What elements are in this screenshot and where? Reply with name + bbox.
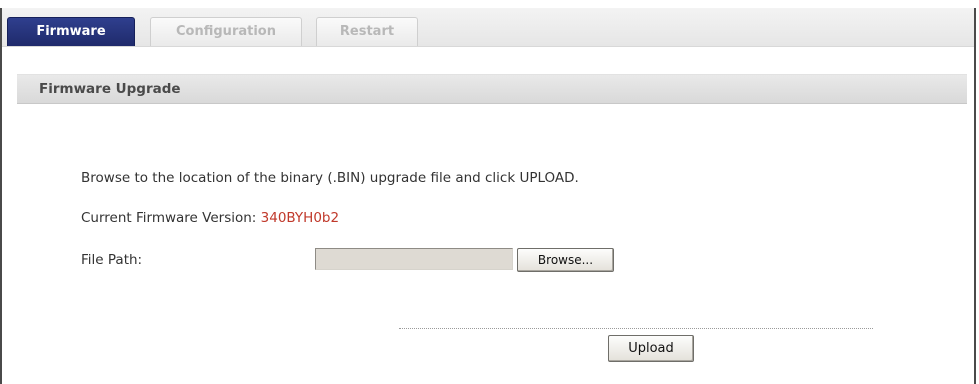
firmware-panel: Firmware Configuration Restart Firmware … <box>0 8 976 384</box>
current-firmware-label: Current Firmware Version: <box>81 210 261 226</box>
browse-button[interactable]: Browse... <box>517 248 614 272</box>
current-firmware-version: 340BYH0b2 <box>260 210 340 226</box>
section-title: Firmware Upgrade <box>39 81 181 97</box>
tab-configuration[interactable]: Configuration <box>150 17 302 46</box>
current-firmware-row: Current Firmware Version: 340BYH0b2 <box>81 210 339 226</box>
tab-restart[interactable]: Restart <box>316 17 418 46</box>
file-path-label: File Path: <box>81 252 143 268</box>
upload-button[interactable]: Upload <box>608 335 694 362</box>
file-path-input[interactable] <box>315 248 513 270</box>
divider-dotted <box>399 328 873 329</box>
section-header: Firmware Upgrade <box>17 74 967 104</box>
instructions-text: Browse to the location of the binary (.B… <box>81 170 579 186</box>
tab-bar: Firmware Configuration Restart <box>2 8 974 47</box>
figure-label-cut <box>0 0 979 6</box>
tab-firmware[interactable]: Firmware <box>7 17 135 46</box>
